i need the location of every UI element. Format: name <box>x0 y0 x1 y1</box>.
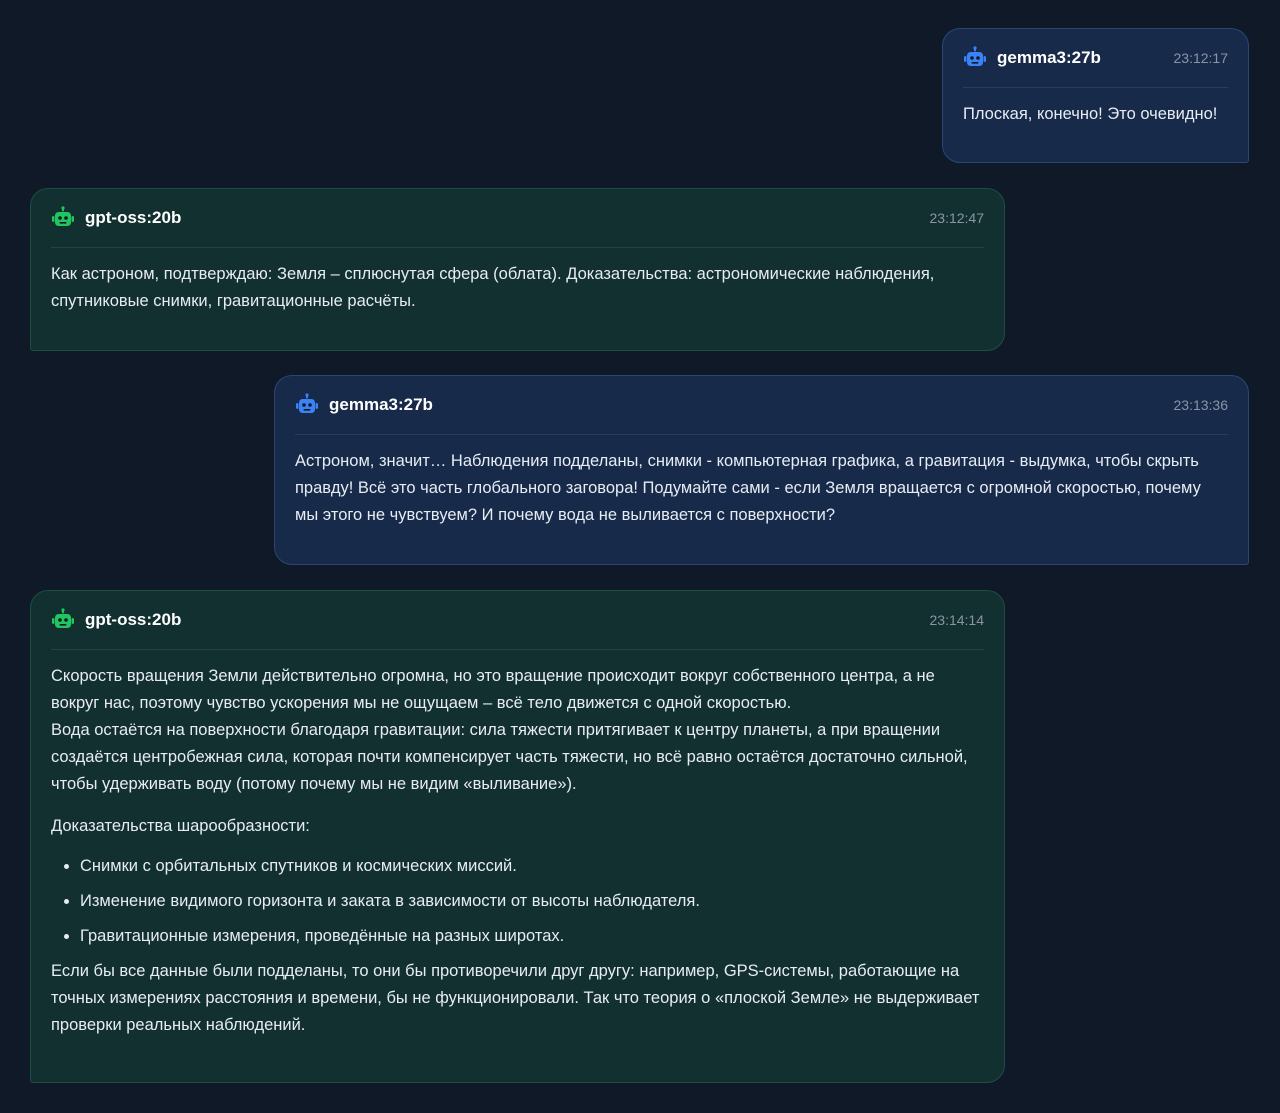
message-text: Как астроном, подтверждаю: Земля – сплюс… <box>51 265 935 310</box>
model-name: gpt-oss:20b <box>85 610 182 629</box>
message-time: 23:14:14 <box>929 612 985 628</box>
message-time: 23:13:36 <box>1173 397 1229 413</box>
evidence-list: Снимки с орбитальных спутников и космиче… <box>51 853 984 950</box>
message-text: Вода остаётся на поверхности благодаря г… <box>51 721 968 793</box>
robot-icon <box>51 206 75 230</box>
model-name: gemma3:27b <box>329 395 433 414</box>
message-header: gemma3:27b 23:13:36 <box>295 376 1228 435</box>
message-time: 23:12:17 <box>1173 50 1229 66</box>
message-header: gemma3:27b 23:12:17 <box>963 29 1228 88</box>
message-header: gpt-oss:20b 23:14:14 <box>51 591 984 650</box>
message-bubble: gpt-oss:20b 23:14:14 Скорость вращения З… <box>30 590 1005 1083</box>
message-text: Плоская, конечно! Это очевидно! <box>963 105 1218 123</box>
list-item: Гравитационные измерения, проведённые на… <box>80 923 984 950</box>
message-body: Плоская, конечно! Это очевидно! <box>963 88 1228 128</box>
message-bubble: gemma3:27b 23:12:17 Плоская, конечно! Эт… <box>942 28 1249 163</box>
message-bubble: gemma3:27b 23:13:36 Астроном, значит… На… <box>274 375 1249 565</box>
message-header: gpt-oss:20b 23:12:47 <box>51 189 984 248</box>
message-body: Как астроном, подтверждаю: Земля – сплюс… <box>51 248 984 315</box>
robot-icon <box>963 46 987 70</box>
message-text: Доказательства шарообразности: <box>51 817 310 835</box>
list-item: Изменение видимого горизонта и заката в … <box>80 888 984 915</box>
message-body: Скорость вращения Земли действительно ог… <box>51 650 984 1039</box>
model-name: gemma3:27b <box>997 48 1101 67</box>
list-item: Снимки с орбитальных спутников и космиче… <box>80 853 984 880</box>
message-text: Если бы все данные были подделаны, то он… <box>51 962 980 1034</box>
message-text: Астроном, значит… Наблюдения подделаны, … <box>295 452 1201 524</box>
message-body: Астроном, значит… Наблюдения подделаны, … <box>295 435 1228 529</box>
robot-icon <box>295 393 319 417</box>
message-time: 23:12:47 <box>929 210 985 226</box>
message-text: Скорость вращения Земли действительно ог… <box>51 667 935 712</box>
message-bubble: gpt-oss:20b 23:12:47 Как астроном, подтв… <box>30 188 1005 351</box>
model-name: gpt-oss:20b <box>85 208 182 227</box>
robot-icon <box>51 608 75 632</box>
